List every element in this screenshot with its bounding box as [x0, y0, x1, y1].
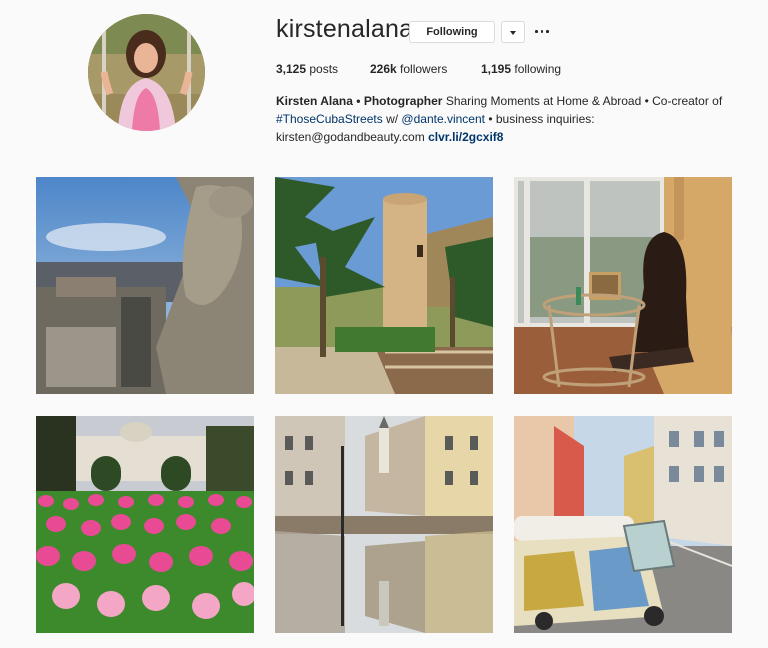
post-thumbnail-street-reflection[interactable]: [275, 416, 493, 633]
profile-avatar[interactable]: [88, 14, 205, 131]
bio-text-3: • business inquiries:: [488, 112, 595, 126]
post-image: [514, 416, 732, 633]
chevron-down-icon: [510, 31, 516, 35]
post-thumbnail-tuktuk-street[interactable]: [514, 416, 732, 633]
post-thumbnail-tower-palms[interactable]: [275, 177, 493, 394]
profile-username: kirstenalana: [276, 15, 414, 43]
bio-name: Kirsten Alana: [276, 94, 353, 108]
post-thumbnail-gargoyle-city[interactable]: [36, 177, 254, 394]
post-image: [36, 416, 254, 633]
followers-stat[interactable]: 226k followers: [370, 62, 447, 76]
bio-title: Photographer: [363, 94, 443, 108]
post-image: [514, 177, 732, 394]
bio-text-1: Sharing Moments at Home & Abroad • Co-cr…: [445, 94, 723, 108]
bio-separator: •: [356, 94, 361, 108]
posts-stat: 3,125 posts: [276, 62, 338, 76]
post-thumbnail-window-laptop[interactable]: [514, 177, 732, 394]
bio-email: kirsten@godandbeauty.com: [276, 130, 425, 144]
bio-mention-link[interactable]: @dante.vincent: [401, 112, 485, 126]
posts-count: 3,125: [276, 62, 307, 76]
post-image: [36, 177, 254, 394]
following-count: 1,195: [481, 62, 512, 76]
post-thumbnail-tulips[interactable]: [36, 416, 254, 633]
post-image: [275, 416, 493, 633]
bio-website-link[interactable]: clvr.li/2gcxif8: [428, 130, 503, 144]
suggestions-dropdown-button[interactable]: [501, 21, 525, 43]
more-options-icon[interactable]: [535, 24, 549, 38]
bio-text-2: w/: [386, 112, 399, 126]
following-button[interactable]: Following: [409, 21, 495, 43]
following-stat[interactable]: 1,195 following: [481, 62, 561, 76]
bio-hashtag-link[interactable]: #ThoseCubaStreets: [276, 112, 383, 126]
post-image: [275, 177, 493, 394]
following-label: following: [514, 62, 562, 76]
avatar-photo: [88, 14, 205, 131]
posts-label: posts: [309, 62, 339, 76]
followers-label: followers: [400, 62, 448, 76]
profile-bio: Kirsten Alana • Photographer Sharing Mom…: [276, 92, 746, 146]
followers-count: 226k: [370, 62, 397, 76]
